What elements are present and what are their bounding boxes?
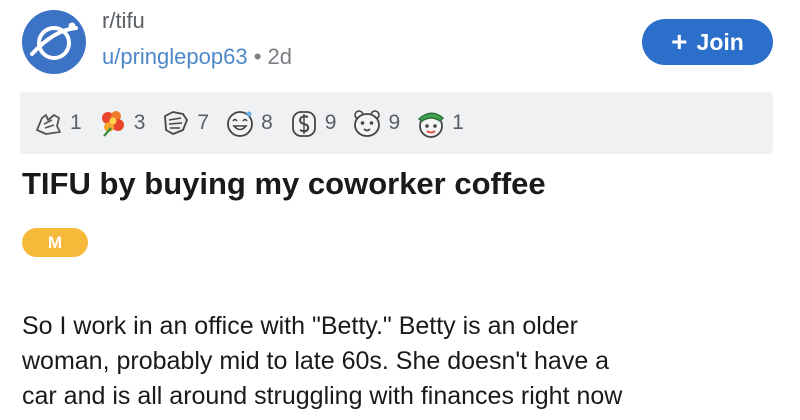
award-count: 7 (197, 111, 210, 134)
award-count: 1 (452, 111, 464, 134)
award-item[interactable]: 3 (96, 106, 146, 140)
post-body: So I work in an office with "Betty." Bet… (22, 309, 782, 414)
post-body-line: woman, probably mid to late 60s. She doe… (22, 347, 610, 375)
post-header: r/tifu u/pringlepop63 • 2d + Join (0, 0, 800, 90)
meta-separator: • (253, 44, 262, 69)
subreddit-name[interactable]: r/tifu (102, 8, 145, 34)
award-count: 3 (133, 111, 146, 134)
join-button[interactable]: + Join (642, 19, 773, 65)
award-item[interactable]: 9 (287, 106, 337, 140)
subreddit-avatar[interactable] (22, 10, 86, 74)
awards-bar[interactable]: 1 3 7 8 9 9 1 (20, 92, 773, 154)
planet-icon (30, 22, 78, 60)
plus-icon: + (671, 26, 688, 57)
award-item[interactable]: 8 (223, 106, 273, 140)
post-meta: u/pringlepop63 • 2d (102, 44, 292, 70)
post-body-line: So I work in an office with "Betty." Bet… (22, 312, 578, 340)
award-item[interactable]: 7 (159, 106, 209, 140)
award-item[interactable]: 1 (414, 106, 464, 140)
join-button-label: Join (696, 28, 744, 55)
award-item[interactable]: 9 (350, 106, 400, 140)
green-hat-face-award-icon (417, 112, 445, 138)
helpful-hand-award-icon (164, 111, 189, 135)
post-body-line: car and is all around struggling with fi… (22, 382, 623, 410)
award-count: 1 (70, 111, 82, 134)
post-age: 2d (267, 44, 293, 69)
flair-badge[interactable]: M (22, 228, 88, 257)
laughing-face-award-icon (227, 111, 253, 137)
flower-award-icon (101, 111, 124, 137)
dollar-coin-award-icon (291, 111, 316, 137)
post-title[interactable]: TIFU by buying my coworker coffee (22, 166, 546, 202)
author-link[interactable]: u/pringlepop63 (102, 44, 248, 69)
hamster-award-icon (354, 110, 381, 137)
award-count: 9 (388, 111, 401, 134)
award-item[interactable]: 1 (32, 106, 82, 140)
award-count: 8 (261, 111, 273, 134)
award-count: 9 (324, 111, 337, 134)
silver-hand-award-icon (36, 114, 61, 135)
